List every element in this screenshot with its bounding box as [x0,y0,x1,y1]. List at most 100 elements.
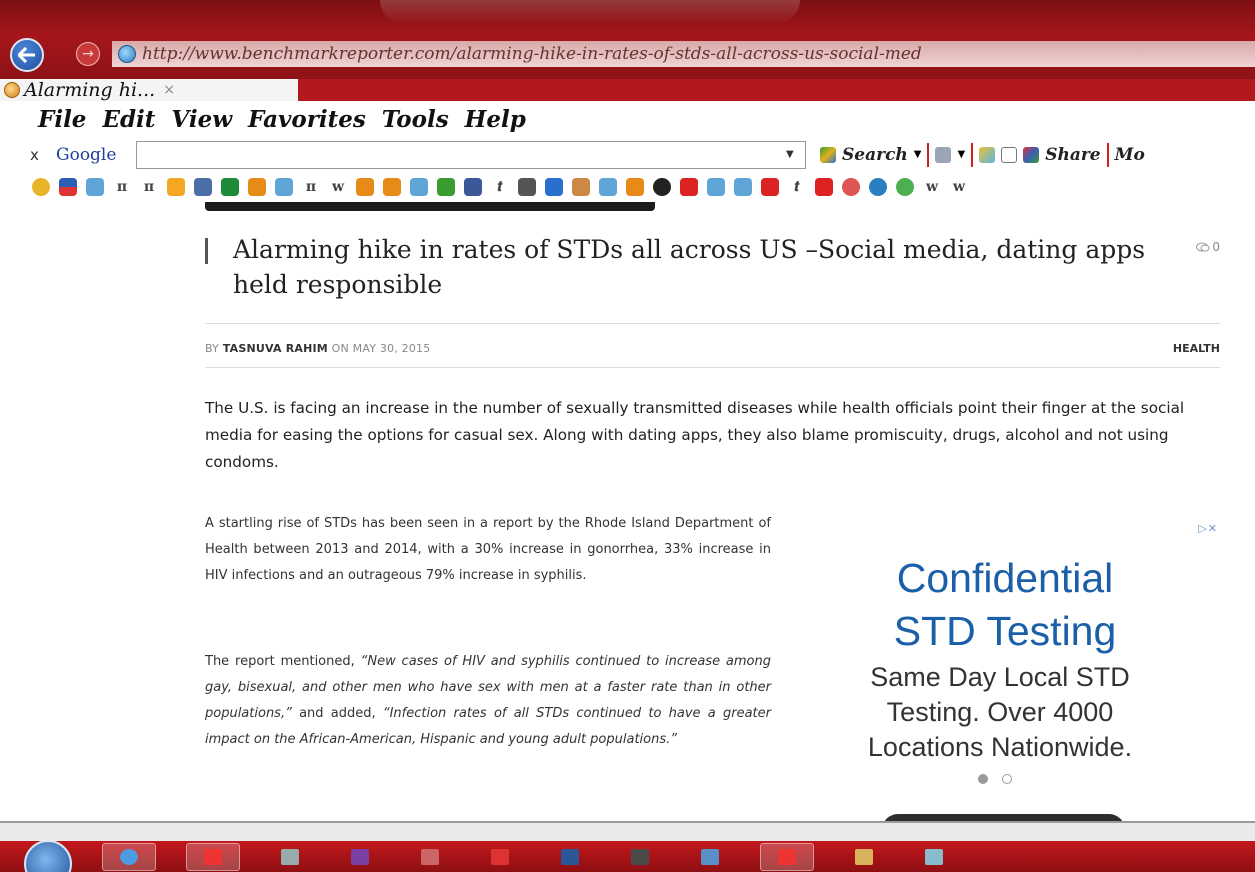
amazon-icon[interactable] [356,178,374,196]
category-link[interactable]: HEALTH [1173,342,1220,355]
chevron-down-icon[interactable]: ▼ [786,149,800,160]
taskbar-app[interactable] [760,842,814,871]
forward-button[interactable]: → [76,42,100,66]
google-search-button[interactable]: Search [842,145,908,165]
taskbar-app[interactable] [844,844,884,870]
apple-icon[interactable] [518,178,536,196]
favorite-link-icon[interactable] [653,178,671,196]
app-icon [631,848,649,865]
mail-icon[interactable] [1001,146,1018,163]
favorite-link-icon[interactable] [545,178,563,196]
favorite-link-icon[interactable] [734,178,752,196]
favorite-link-icon[interactable] [599,178,617,196]
favorite-link-icon[interactable]: π [140,178,158,196]
acrobat-icon [491,848,509,865]
share-icon [1023,146,1040,163]
ad-description-line: Testing. Over 4000 [886,697,1114,727]
start-button[interactable] [24,841,72,872]
share-button[interactable]: Share [1045,145,1100,165]
tab-article[interactable]: Alarming hi... × [0,79,298,101]
toolbar-divider [927,142,930,167]
youtube-icon[interactable] [815,178,833,196]
article-lead-paragraph: The U.S. is facing an increase in the nu… [205,399,1185,471]
carousel-dot-active[interactable] [978,774,988,784]
favorite-link-icon[interactable]: π [302,178,320,196]
taskbar-ie[interactable] [102,842,156,871]
favorite-link-icon[interactable] [59,178,77,196]
ad-description[interactable]: Same Day Local STD Testing. Over 4000 Lo… [820,660,1180,765]
advertisement[interactable]: ▷✕ Confidential STD Testing Same Day Loc… [820,517,1220,821]
tab-title: Alarming hi... [24,79,156,101]
favorite-link-icon[interactable] [221,178,239,196]
favorite-link-icon[interactable] [572,178,590,196]
menu-favorites[interactable]: Favorites [248,106,366,133]
ad-headline-line: STD Testing [893,608,1117,654]
article-quote-paragraph: The report mentioned, “New cases of HIV … [205,649,771,753]
app-icon [855,848,873,865]
favorite-link-icon[interactable] [410,178,428,196]
favorite-link-icon[interactable] [167,178,185,196]
tab-strip: Alarming hi... × [0,79,1255,101]
youtube-icon[interactable] [680,178,698,196]
google-toolbar-close[interactable]: x [30,146,56,164]
ad-cta-button[interactable] [882,814,1125,821]
favorite-link-icon[interactable] [194,178,212,196]
taskbar-app[interactable] [914,844,954,870]
amazon-icon[interactable] [248,178,266,196]
wikipedia-icon[interactable]: w [950,178,968,196]
menu-file[interactable]: File [38,106,86,133]
menu-edit[interactable]: Edit [102,106,155,133]
chevron-down-icon[interactable]: ▼ [957,149,965,160]
comment-count[interactable]: 0 [1196,240,1220,254]
taskbar-app[interactable] [270,844,310,870]
taskbar-app[interactable] [186,842,240,871]
back-button[interactable] [10,38,44,72]
amazon-icon[interactable] [383,178,401,196]
date-prefix: ON [331,342,349,355]
taskbar-word[interactable] [550,844,590,870]
amazon-icon[interactable] [626,178,644,196]
adchoices-icon[interactable]: ▷✕ [1198,522,1218,535]
youtube-icon[interactable] [761,178,779,196]
menu-help[interactable]: Help [465,106,526,133]
translate-icon[interactable] [979,146,996,163]
carousel-dot[interactable] [1002,774,1012,784]
favorite-link-icon[interactable] [275,178,293,196]
taskbar-acrobat[interactable] [480,844,520,870]
wikipedia-icon[interactable]: w [329,178,347,196]
excel-icon[interactable] [437,178,455,196]
back-arrow-icon [18,47,35,63]
taskbar-app[interactable] [410,844,450,870]
more-button[interactable]: Mo [1115,145,1145,165]
facebook-icon[interactable] [464,178,482,196]
toolbar-divider [971,142,974,167]
onenote-icon [351,848,369,865]
favorites-star-icon[interactable] [32,178,50,196]
menu-tools[interactable]: Tools [382,106,449,133]
google-toolbar-buttons: Search ▼ ▼ Share Mo [820,142,1145,167]
taskbar-onenote[interactable] [340,844,380,870]
ie-page-icon [118,45,136,63]
publish-date: MAY 30, 2015 [352,342,431,355]
taskbar-app[interactable] [620,844,660,870]
nytimes-icon[interactable]: 𝒕 [788,178,806,196]
author-link[interactable]: TASNUVA RAHIM [223,342,328,355]
favorite-link-icon[interactable] [86,178,104,196]
tab-close-icon[interactable]: × [163,82,175,98]
address-bar[interactable]: http://www.benchmarkreporter.com/alarmin… [112,41,1255,67]
page-icon[interactable] [935,146,952,163]
menu-view[interactable]: View [171,106,232,133]
favorite-link-icon[interactable] [842,178,860,196]
favorite-link-icon[interactable] [707,178,725,196]
favorite-link-icon[interactable] [896,178,914,196]
chevron-down-icon[interactable]: ▼ [914,149,922,160]
favorite-link-icon[interactable]: π [113,178,131,196]
taskbar-app[interactable] [690,844,730,870]
ad-headline[interactable]: Confidential STD Testing [820,552,1190,658]
google-search-input[interactable] [136,140,806,169]
wikipedia-icon[interactable]: w [923,178,941,196]
byline: BY TASNUVA RAHIM ON MAY 30, 2015 [205,342,430,355]
nytimes-icon[interactable]: 𝒕 [491,178,509,196]
favorite-link-icon[interactable] [869,178,887,196]
headline-accent-bar [205,238,208,264]
